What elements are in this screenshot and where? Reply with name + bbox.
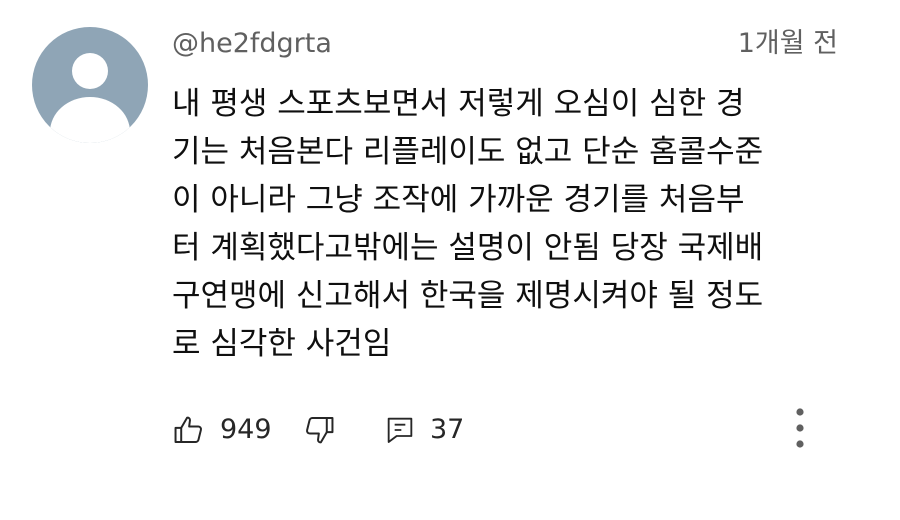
thumbs-up-icon: [172, 413, 206, 447]
dislike-button[interactable]: [302, 405, 336, 455]
comment-timestamp: 1개월 전: [737, 28, 838, 59]
comment-text: 내 평생 스포츠보면서 저렇게 오심이 심한 경 기는 처음본다 리플레이도 없…: [172, 80, 852, 368]
more-options-button[interactable]: [780, 405, 820, 455]
thumbs-down-icon: [302, 413, 336, 447]
comment-text-line: 구연맹에 신고해서 한국을 제명시켜야 될 정도: [172, 278, 764, 314]
comment-icon: [384, 413, 416, 447]
comment-text-line: 이 아니라 그냥 조작에 가까운 경기를 처음부: [172, 182, 745, 218]
like-button[interactable]: 949: [172, 405, 272, 455]
more-vertical-icon: [794, 406, 806, 454]
comment-item: @he2fdgrta 1개월 전 내 평생 스포츠보면서 저렇게 오심이 심한 …: [0, 0, 900, 520]
comment-text-line: 내 평생 스포츠보면서 저렇게 오심이 심한 경: [172, 86, 745, 122]
reply-button[interactable]: 37: [384, 405, 464, 455]
comment-actions: 949 37: [172, 405, 832, 455]
comment-text-line: 기는 처음본다 리플레이도 없고 단순 홈콜수준: [172, 134, 764, 170]
like-count: 949: [220, 414, 272, 445]
reply-count: 37: [430, 414, 465, 445]
comment-text-line: 터 계획했다고밖에는 설명이 안됨 당장 국제배: [172, 230, 764, 266]
comment-text-line: 로 심각한 사건임: [172, 326, 392, 362]
comment-author[interactable]: @he2fdgrta: [172, 24, 332, 64]
default-avatar-icon: [72, 53, 108, 89]
avatar[interactable]: [32, 27, 148, 143]
